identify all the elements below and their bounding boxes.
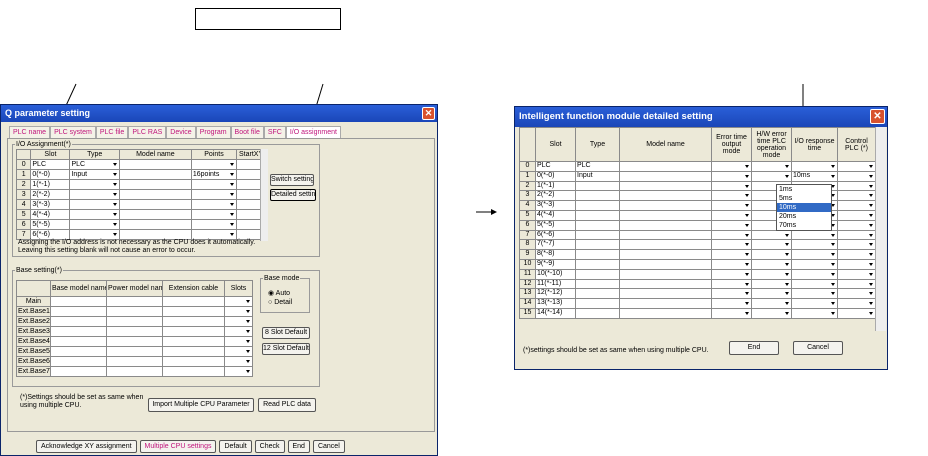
io-model-header: Model name [118, 149, 192, 160]
io-response-time-list: 1ms 5ms 10ms 20ms 70ms [776, 184, 832, 231]
table-row: 6 5(*-5) [15, 219, 266, 230]
slots-header: Slots [224, 280, 253, 297]
io-table-scrollbar[interactable] [260, 149, 268, 241]
table-row: 9 8(*-8) [519, 249, 876, 260]
table-row: 2 1(*-1) [15, 179, 266, 190]
io-response-combo[interactable]: 10ms [791, 170, 838, 182]
base-mode-detail-radio[interactable]: ○ Detail [268, 299, 292, 306]
read-plc-data-button[interactable]: Read PLC data [258, 398, 316, 412]
table-row: 5 4(*-4) [15, 209, 266, 220]
intelligent-function-window: Intelligent function module detailed set… [514, 106, 888, 370]
check-button[interactable]: Check [254, 440, 285, 453]
table-row: Ext.Base3 [16, 326, 253, 337]
table-row: Ext.Base4 [16, 336, 253, 347]
table-row: 0 PLC PLC [519, 161, 876, 172]
table-row: Ext.Base1 [16, 306, 253, 317]
table-row: Ext.Base7 [16, 366, 253, 377]
table-row: 14 13(*-13) [519, 298, 876, 309]
option-70ms[interactable]: 70ms [777, 221, 831, 230]
option-5ms[interactable]: 5ms [777, 194, 831, 203]
table-row: 7 6(*-6) [519, 229, 876, 241]
8-slot-default-button[interactable]: 8 Slot Default [262, 327, 310, 339]
switch-setting-button[interactable]: Switch setting [270, 174, 314, 186]
io-corner-header [15, 149, 32, 160]
table-row: 12 11(*-11) [519, 278, 876, 290]
end-button[interactable]: End [287, 440, 310, 453]
base-mode-title: Base mode [264, 275, 300, 282]
table-row: 1 0(*-0) Input 10ms [519, 170, 876, 182]
table-row: Ext.Base2 [16, 316, 253, 327]
close-icon[interactable]: ✕ [870, 109, 885, 124]
radio-unchecked-icon: ○ [268, 299, 273, 306]
io-assignment-table: Slot Type Model name Points StartXY 0 PLC… [15, 149, 266, 240]
base-setting-title: Base setting(*) [16, 267, 62, 274]
q-bottom-buttons: Acknowledge XY assignment Multiple CPU s… [36, 440, 345, 453]
io-type-header: Type [69, 149, 120, 160]
option-1ms[interactable]: 1ms [777, 185, 831, 194]
close-icon[interactable]: ✕ [422, 107, 435, 120]
if-table-scrollbar[interactable] [875, 127, 886, 331]
radio-checked-icon: ◉ [268, 290, 275, 297]
callout-box [195, 8, 341, 30]
parameter-tabs: PLC name PLC system PLC file PLC RAS Dev… [9, 126, 341, 139]
if-io-response-header: I/O response time [791, 127, 838, 162]
if-error-output-header: Error time output mode [711, 127, 752, 162]
acknowledge-xy-button[interactable]: Acknowledge XY assignment [36, 440, 137, 453]
table-row: Main [16, 296, 253, 307]
extension-cable-header: Extension cable [162, 280, 225, 297]
option-10ms[interactable]: 10ms [777, 203, 831, 212]
table-row: 1 0(*-0) Input 16points [15, 169, 266, 180]
if-multi-cpu-note: (*)settings should be set as same when u… [523, 347, 709, 354]
multi-cpu-note: (*)Settings should be set as same when u… [20, 394, 144, 409]
if-cancel-button[interactable]: Cancel [793, 341, 843, 355]
q-parameter-window: Q parameter setting ✕ PLC name PLC syste… [0, 104, 438, 456]
power-model-header: Power model name [106, 280, 163, 297]
if-window-title: Intelligent function module detailed set… [519, 111, 713, 122]
default-button[interactable]: Default [219, 440, 252, 453]
table-row: 10 9(*-9) [519, 258, 876, 270]
base-mode-auto-radio[interactable]: ◉ Auto [268, 289, 290, 297]
base-model-header: Base model name [50, 280, 107, 297]
if-type-header: Type [575, 127, 620, 162]
if-window-titlebar: Intelligent function module detailed set… [515, 107, 887, 127]
q-window-title: Q parameter setting [5, 108, 91, 118]
import-multi-cpu-button[interactable]: Import Multiple CPU Parameter [148, 398, 254, 412]
table-row: 3 2(*-2) [15, 189, 266, 200]
table-row: 8 7(*-7) [519, 239, 876, 251]
table-row: Ext.Base6 [16, 356, 253, 367]
io-points-header: Points [190, 149, 238, 160]
base-corner-header [16, 280, 51, 297]
multiple-cpu-settings-button[interactable]: Multiple CPU settings [139, 440, 217, 453]
if-end-button[interactable]: End [729, 341, 779, 355]
cancel-button[interactable]: Cancel [312, 440, 345, 453]
io-slot-header: Slot [30, 149, 71, 160]
option-20ms[interactable]: 20ms [777, 212, 831, 221]
tab-panel: I/O Assignment(*) Slot Type Model name P… [7, 138, 435, 432]
if-hw-error-header: H/W error time PLC operation mode [751, 127, 792, 162]
table-row: 0 PLC PLC [15, 159, 266, 170]
if-slot-header: Slot [535, 127, 576, 162]
table-row: Ext.Base5 [16, 346, 253, 357]
io-assignment-note: Assigning the I/O address is not necessa… [18, 239, 256, 254]
if-model-header: Model name [619, 127, 712, 162]
if-control-plc-header: Control PLC (*) [837, 127, 876, 162]
io-assignment-title: I/O Assignment(*) [16, 141, 71, 148]
base-setting-table: Base model name Power model name Extensi… [16, 280, 253, 377]
if-corner-header [519, 127, 536, 162]
12-slot-default-button[interactable]: 12 Slot Default [262, 343, 310, 355]
table-row: 4 3(*-3) [15, 199, 266, 210]
table-row: 7 6(*-6) [15, 229, 266, 240]
detailed-setting-button[interactable]: Detailed setting [270, 189, 316, 201]
q-window-titlebar: Q parameter setting ✕ [1, 105, 437, 122]
table-row: 11 10(*-10) [519, 268, 876, 280]
table-row: 15 14(*-14) [519, 307, 876, 319]
table-row: 13 12(*-12) [519, 288, 876, 300]
